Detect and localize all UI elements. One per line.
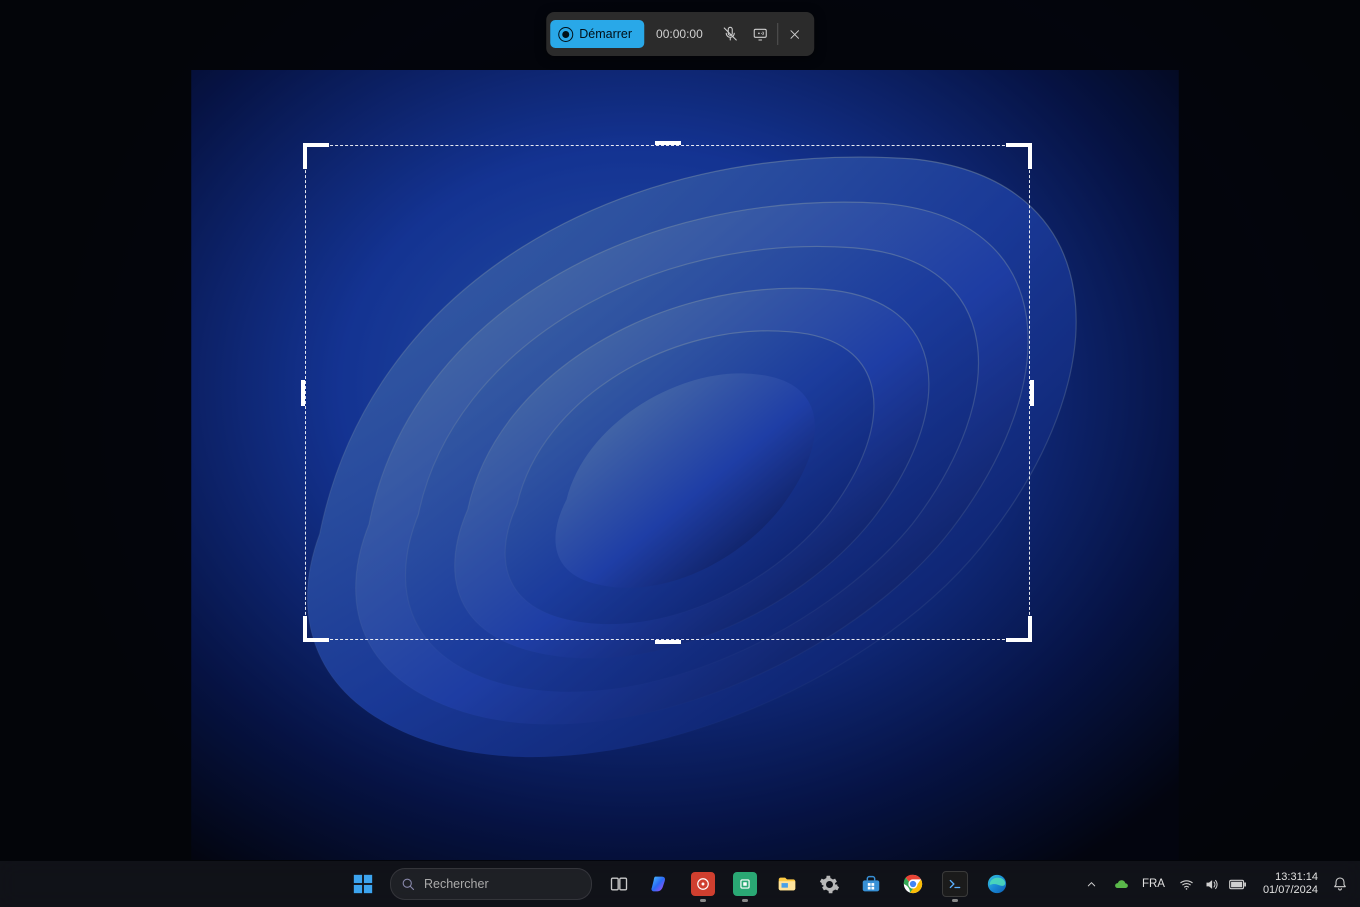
file-explorer-icon xyxy=(775,872,799,896)
search-placeholder-text: Rechercher xyxy=(424,877,489,891)
clock-date: 01/07/2024 xyxy=(1263,884,1318,897)
volume-icon xyxy=(1204,877,1219,892)
tray-overflow-button[interactable] xyxy=(1078,865,1106,903)
edge-icon xyxy=(985,872,1009,896)
terminal-icon xyxy=(942,871,968,897)
search-icon xyxy=(401,877,416,892)
close-toolbar-button[interactable] xyxy=(780,19,810,49)
language-label: FRA xyxy=(1142,878,1165,890)
screen-recorder-toolbar: Démarrer 00:00:00 xyxy=(546,12,814,56)
taskbar-app-terminal[interactable] xyxy=(936,865,974,903)
taskbar-search-box[interactable]: Rechercher xyxy=(390,868,592,900)
chrome-icon xyxy=(901,872,925,896)
start-recording-button[interactable]: Démarrer xyxy=(550,20,644,48)
windows-logo-icon xyxy=(352,873,374,895)
chevron-up-icon xyxy=(1086,879,1097,890)
recording-timer: 00:00:00 xyxy=(644,27,715,41)
close-icon xyxy=(788,28,801,41)
taskbar-clock[interactable]: 13:31:14 01/07/2024 xyxy=(1257,871,1324,896)
copilot-icon xyxy=(649,872,673,896)
taskbar: Rechercher xyxy=(0,861,1360,907)
registry-editor-icon xyxy=(733,872,757,896)
network-volume-battery-group[interactable] xyxy=(1171,877,1255,892)
system-tray: FRA 13:31:14 01/07/2024 xyxy=(1078,865,1354,903)
copilot-button[interactable] xyxy=(642,865,680,903)
onedrive-icon xyxy=(1113,876,1130,893)
microsoft-store-icon xyxy=(859,872,883,896)
gear-icon xyxy=(819,874,840,895)
battery-icon xyxy=(1229,877,1247,892)
task-view-icon xyxy=(609,874,629,894)
taskbar-app-registry[interactable] xyxy=(726,865,764,903)
resize-handle-bottom[interactable] xyxy=(655,636,681,644)
taskbar-app-edge[interactable] xyxy=(978,865,1016,903)
microphone-muted-icon xyxy=(722,26,738,42)
record-icon xyxy=(558,27,573,42)
capture-selection-region[interactable] xyxy=(305,145,1030,640)
resize-handle-bottom-right[interactable] xyxy=(1006,616,1032,642)
taskbar-app-settings[interactable] xyxy=(810,865,848,903)
notifications-button[interactable] xyxy=(1326,865,1354,903)
language-indicator[interactable]: FRA xyxy=(1138,878,1169,890)
taskbar-center-group: Rechercher xyxy=(344,865,1016,903)
resize-handle-right[interactable] xyxy=(1026,380,1034,406)
powertoys-icon xyxy=(691,872,715,896)
system-audio-icon xyxy=(752,26,768,42)
taskbar-app-microsoft-store[interactable] xyxy=(852,865,890,903)
resize-handle-bottom-left[interactable] xyxy=(303,616,329,642)
tray-onedrive-button[interactable] xyxy=(1108,865,1136,903)
resize-handle-left[interactable] xyxy=(301,380,309,406)
taskbar-app-powertoys[interactable] xyxy=(684,865,722,903)
resize-handle-top[interactable] xyxy=(655,141,681,149)
taskbar-app-chrome[interactable] xyxy=(894,865,932,903)
resize-handle-top-left[interactable] xyxy=(303,143,329,169)
system-audio-toggle-button[interactable] xyxy=(745,19,775,49)
start-button[interactable] xyxy=(344,865,382,903)
resize-handle-top-right[interactable] xyxy=(1006,143,1032,169)
start-button-label: Démarrer xyxy=(579,27,632,41)
taskbar-app-file-explorer[interactable] xyxy=(768,865,806,903)
wifi-icon xyxy=(1179,877,1194,892)
bell-icon xyxy=(1332,876,1348,892)
task-view-button[interactable] xyxy=(600,865,638,903)
clock-time: 13:31:14 xyxy=(1263,871,1318,884)
microphone-toggle-button[interactable] xyxy=(715,19,745,49)
